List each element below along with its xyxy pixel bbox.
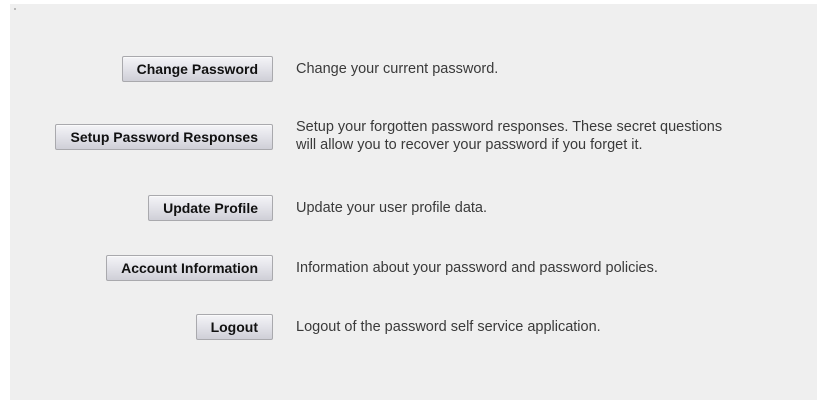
logout-button[interactable]: Logout <box>195 314 273 340</box>
setup-password-responses-description: Setup your forgotten password responses.… <box>296 118 816 154</box>
description-line: will allow you to recover your password … <box>296 137 643 153</box>
change-password-description: Change your current password. <box>296 61 499 77</box>
description-line: Setup your forgotten password responses.… <box>296 119 723 135</box>
corner-mark <box>14 8 16 10</box>
logout-description: Logout of the password self service appl… <box>296 319 601 335</box>
account-information-button[interactable]: Account Information <box>106 255 273 281</box>
update-profile-description: Update your user profile data. <box>296 200 488 216</box>
change-password-button[interactable]: Change Password <box>121 56 273 82</box>
menu-panel: Change Password Change your current pass… <box>10 4 817 400</box>
setup-password-responses-button[interactable]: Setup Password Responses <box>55 124 273 150</box>
account-information-description: Information about your password and pass… <box>296 260 658 276</box>
update-profile-button[interactable]: Update Profile <box>148 195 273 221</box>
